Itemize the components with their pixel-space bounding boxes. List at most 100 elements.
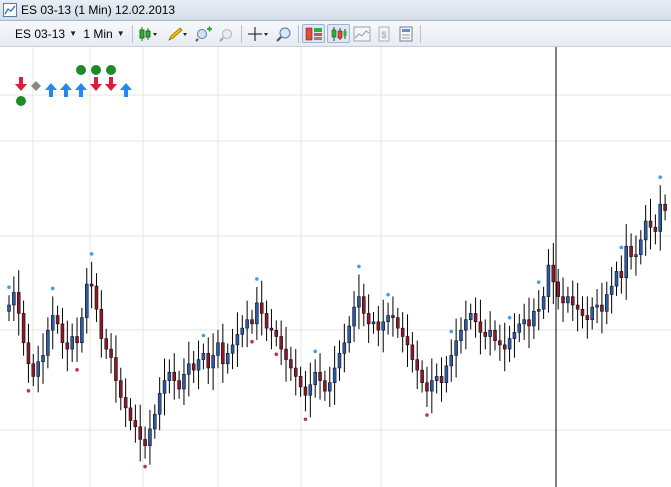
ohlc-bar xyxy=(517,314,522,343)
ohlc-bar xyxy=(352,291,356,342)
ohlc-bar xyxy=(328,366,332,408)
signal-dot-high xyxy=(50,286,55,291)
ohlc-bar xyxy=(41,333,45,384)
window-titlebar: ES 03-13 (1 Min) 12.02.2013 xyxy=(0,0,671,21)
bar-body-down xyxy=(318,371,322,381)
data-box-button[interactable] xyxy=(327,24,350,43)
ohlc-bar xyxy=(303,370,308,412)
ohlc-bar xyxy=(396,307,400,338)
ohlc-bar xyxy=(235,312,240,368)
ohlc-bar xyxy=(381,299,385,353)
chevron-down-icon: ▼ xyxy=(69,29,77,38)
strategies-button[interactable]: $ xyxy=(374,24,394,43)
arrow-down-icon xyxy=(90,77,102,91)
bar-body-down xyxy=(648,220,653,228)
ohlc-bar xyxy=(605,281,609,325)
bar-body-down xyxy=(191,363,196,371)
toolbar-separator xyxy=(132,25,133,43)
circle-marker-icon xyxy=(76,65,86,75)
properties-icon xyxy=(399,26,413,41)
ohlc-bar xyxy=(308,362,313,418)
bar-body-up xyxy=(153,413,157,430)
bar-body-up xyxy=(225,353,230,365)
bar-body-down xyxy=(55,315,60,325)
bar-body-down xyxy=(250,319,254,325)
indicators-button[interactable] xyxy=(352,24,372,43)
crosshair-button[interactable] xyxy=(245,24,271,43)
ohlc-bar xyxy=(313,359,317,398)
ohlc-bar xyxy=(663,194,667,221)
bar-body-up xyxy=(85,283,89,318)
bar-body-up xyxy=(444,365,449,383)
arrow-down-icon xyxy=(15,77,27,91)
ohlc-bar xyxy=(600,282,604,334)
ohlc-bars xyxy=(7,185,667,465)
bar-body-up xyxy=(347,325,351,344)
bar-body-down xyxy=(551,264,556,283)
bar-body-up xyxy=(507,338,512,350)
circle-marker-icon xyxy=(106,65,116,75)
bar-type-button[interactable] xyxy=(136,24,162,43)
bar-body-up xyxy=(196,359,201,371)
zoom-out-button[interactable] xyxy=(217,24,237,43)
bar-body-down xyxy=(415,359,419,371)
ohlc-bar xyxy=(21,300,26,356)
bar-body-up xyxy=(639,239,643,255)
ohlc-bar xyxy=(468,303,473,330)
ohlc-bar xyxy=(269,309,274,350)
bar-body-up xyxy=(70,336,74,350)
price-chart[interactable] xyxy=(0,47,671,487)
bar-body-up xyxy=(313,371,317,386)
window-title: ES 03-13 (1 Min) 12.02.2013 xyxy=(21,3,176,17)
crosshair-icon xyxy=(248,26,268,41)
ohlc-bar xyxy=(128,398,133,431)
ohlc-bar xyxy=(454,318,458,378)
magnifier-button[interactable] xyxy=(274,24,294,43)
bar-body-up xyxy=(342,342,347,354)
bar-body-down xyxy=(133,420,138,428)
bar-body-up xyxy=(332,367,337,383)
zoom-in-button[interactable] xyxy=(194,24,214,43)
bar-body-up xyxy=(308,384,313,396)
interval-dropdown[interactable]: 1 Min ▼ xyxy=(80,24,128,43)
price-chart-panel[interactable] xyxy=(0,47,671,487)
arrow-down-icon xyxy=(105,77,117,91)
bar-body-down xyxy=(585,315,590,320)
ohlc-bar xyxy=(225,343,230,374)
signal-dot-high xyxy=(386,292,390,297)
bar-body-down xyxy=(405,336,410,346)
bar-body-down xyxy=(391,315,395,318)
ohlc-bar xyxy=(274,320,279,347)
ohlc-bar xyxy=(216,329,220,369)
ohlc-bar xyxy=(167,359,172,394)
ohlc-bar xyxy=(391,296,395,337)
chart-trader-icon xyxy=(305,27,322,40)
bar-body-down xyxy=(114,357,118,381)
bar-body-up xyxy=(245,319,249,329)
chart-trader-button[interactable] xyxy=(302,24,325,43)
ohlc-bar xyxy=(449,339,454,382)
bar-body-up xyxy=(546,264,551,297)
bar-body-up xyxy=(658,203,662,232)
ohlc-bar xyxy=(148,409,152,465)
properties-button[interactable] xyxy=(396,24,416,43)
bar-body-up xyxy=(7,304,11,312)
ohlc-bar xyxy=(7,295,11,322)
ohlc-bar xyxy=(536,290,541,331)
ohlc-bar xyxy=(36,345,40,393)
draw-tool-button[interactable] xyxy=(165,24,191,43)
bar-body-up xyxy=(536,308,541,312)
ohlc-bar xyxy=(172,353,176,400)
instrument-dropdown[interactable]: ES 03-13 ▼ xyxy=(14,24,78,43)
signal-dot-high xyxy=(619,245,624,250)
bar-body-up xyxy=(36,361,40,377)
circle-marker-icon xyxy=(16,96,26,106)
bar-body-down xyxy=(362,296,366,314)
bar-body-down xyxy=(94,285,99,310)
ohlc-bar xyxy=(609,267,614,314)
bar-body-up xyxy=(454,340,458,356)
ohlc-bar xyxy=(75,317,79,362)
ohlc-bar xyxy=(561,277,565,322)
ohlc-bar xyxy=(16,270,21,336)
bar-body-down xyxy=(619,271,624,278)
